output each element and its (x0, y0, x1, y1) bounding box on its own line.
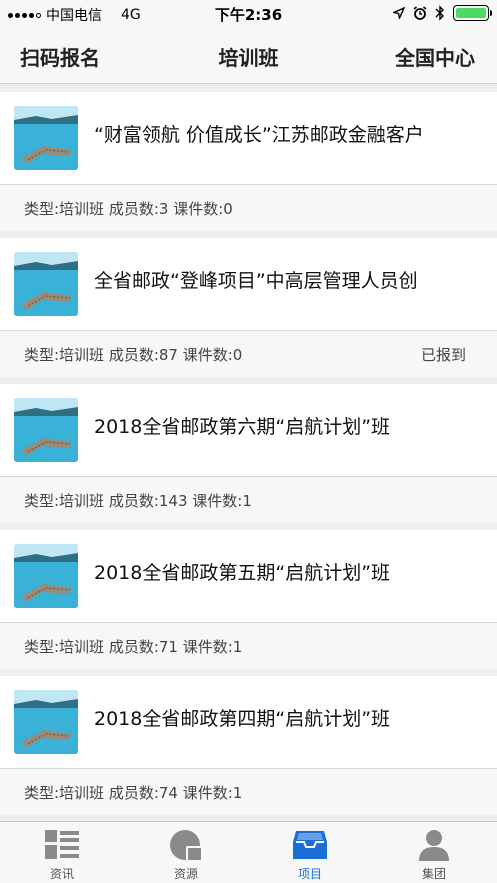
group-icon (419, 830, 449, 861)
tab-label: 资讯 (49, 867, 74, 881)
tab-label: 集团 (421, 867, 446, 881)
list-item[interactable]: 2018全省邮政第五期“启航计划”班 类型:培训班 成员数:71 课件数:1 (0, 530, 497, 669)
alarm-icon (413, 6, 427, 20)
project-thumbnail (14, 544, 78, 608)
project-meta-row: 类型:培训班 成员数:143 课件数:1 (0, 476, 497, 523)
project-meta: 类型:培训班 成员数:143 课件数:1 (24, 492, 252, 510)
project-thumbnail (14, 690, 78, 754)
project-title: 2018全省邮政第六期“启航计划”班 (94, 416, 391, 438)
tab-resources[interactable]: 资源 (124, 822, 248, 883)
list-item[interactable]: “财富领航 价值成长”江苏邮政金融客户 类型:培训班 成员数:3 课件数:0 (0, 92, 497, 231)
project-meta: 类型:培训班 成员数:87 课件数:0 (24, 346, 243, 364)
list-item[interactable]: 2018全省邮政第六期“启航计划”班 类型:培训班 成员数:143 课件数:1 (0, 384, 497, 523)
tab-news[interactable]: 资讯 (0, 822, 124, 883)
project-thumbnail (14, 106, 78, 170)
project-status: 已报到 (420, 346, 466, 364)
battery-icon (453, 5, 492, 21)
project-title: “财富领航 价值成长”江苏邮政金融客户 (94, 124, 424, 146)
tab-label: 项目 (297, 867, 322, 881)
tab-group[interactable]: 集团 (372, 822, 496, 883)
bluetooth-icon (435, 5, 444, 21)
project-thumbnail (14, 252, 78, 316)
project-meta-row: 类型:培训班 成员数:3 课件数:0 (0, 184, 497, 231)
project-meta: 类型:培训班 成员数:74 课件数:1 (24, 784, 243, 802)
project-meta-row: 类型:培训班 成员数:71 课件数:1 (0, 622, 497, 669)
status-bar: 中国电信 4G 下午2:36 (0, 0, 497, 28)
project-meta: 类型:培训班 成员数:71 课件数:1 (24, 638, 243, 656)
project-meta-row: 类型:培训班 成员数:87 课件数:0 已报到 (0, 330, 497, 377)
project-title: 2018全省邮政第四期“启航计划”班 (94, 708, 391, 730)
project-thumbnail (14, 398, 78, 462)
status-icons (393, 5, 492, 21)
resources-icon (170, 830, 202, 861)
tab-bar: 资讯 资源 项目 集团 (0, 821, 497, 883)
news-icon (45, 830, 79, 859)
nav-bar: 培训班 扫码报名 全国中心 (0, 28, 497, 84)
project-title: 2018全省邮政第五期“启航计划”班 (94, 562, 391, 584)
projects-icon (293, 831, 327, 859)
project-meta: 类型:培训班 成员数:3 课件数:0 (24, 200, 233, 218)
project-list: “财富领航 价值成长”江苏邮政金融客户 类型:培训班 成员数:3 课件数:0 全… (0, 92, 497, 822)
list-item[interactable]: 2018全省邮政第四期“启航计划”班 类型:培训班 成员数:74 课件数:1 (0, 676, 497, 815)
tab-label: 资源 (173, 867, 198, 881)
list-item[interactable]: 全省邮政“登峰项目”中高层管理人员创 类型:培训班 成员数:87 课件数:0 已… (0, 238, 497, 377)
tab-projects[interactable]: 项目 (248, 822, 372, 883)
national-center-button[interactable]: 全国中心 (395, 42, 475, 71)
location-icon (393, 7, 405, 19)
scan-register-button[interactable]: 扫码报名 (20, 42, 100, 71)
project-meta-row: 类型:培训班 成员数:74 课件数:1 (0, 768, 497, 815)
project-title: 全省邮政“登峰项目”中高层管理人员创 (94, 270, 418, 292)
